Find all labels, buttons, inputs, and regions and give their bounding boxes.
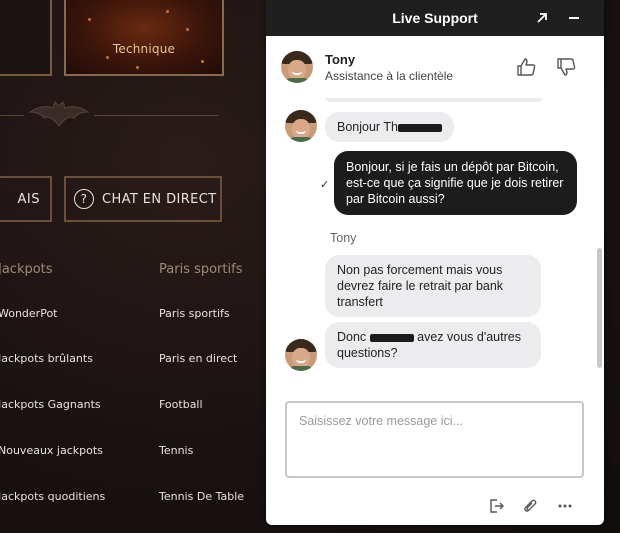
footer-link[interactable]: Paris sportifs: [159, 307, 230, 320]
category-tile-partial[interactable]: [0, 0, 52, 76]
minus-icon[interactable]: [564, 8, 584, 28]
redacted-text: [369, 333, 414, 342]
ember-decoration: [136, 66, 139, 69]
agent-message: Non pas forcement mais vous devrez faire…: [325, 255, 541, 317]
language-button[interactable]: AIS: [0, 176, 52, 222]
more-icon[interactable]: [555, 496, 575, 516]
footer-link[interactable]: Jackpots quoditiens: [0, 490, 105, 503]
ember-decoration: [166, 10, 169, 13]
footer-heading-sports: Paris sportifs: [159, 262, 243, 277]
ember-decoration: [106, 56, 109, 59]
message-list[interactable]: Bonjour Th ✓ Bonjour, si je fais un dépô…: [266, 98, 604, 380]
language-button-label: AIS: [17, 191, 40, 207]
agent-avatar: [281, 51, 313, 83]
sent-check-icon: ✓: [320, 179, 330, 191]
live-chat-button[interactable]: ? CHAT EN DIRECT: [64, 176, 222, 222]
agent-name: Tony: [325, 51, 356, 67]
question-circle-icon: ?: [74, 189, 94, 209]
footer-link[interactable]: Jackpots brûlants: [0, 352, 93, 365]
ember-decoration: [88, 18, 91, 21]
agent-avatar: [285, 110, 317, 142]
ember-decoration: [186, 28, 189, 31]
footer-link[interactable]: Tennis De Table: [159, 490, 244, 503]
message-scrollbar[interactable]: [597, 98, 602, 380]
thumbs-down-icon[interactable]: [555, 56, 577, 78]
arrow-up-right-icon[interactable]: [532, 8, 552, 28]
footer-link[interactable]: Tennis: [159, 444, 193, 457]
agent-message: Donc avez vous d'autres questions?: [325, 322, 541, 368]
live-support-widget: Live Support Tony Assistance à la client…: [266, 0, 604, 525]
attachment-icon[interactable]: [520, 496, 540, 516]
category-tile-technique[interactable]: Technique: [64, 0, 224, 76]
chat-title: Live Support: [392, 10, 478, 26]
message-input[interactable]: [287, 403, 582, 476]
chat-titlebar: Live Support: [266, 0, 604, 36]
footer-link[interactable]: Nouveaux jackpots: [0, 444, 103, 457]
footer-link[interactable]: Football: [159, 398, 203, 411]
agent-info: Tony Assistance à la clientèle: [325, 52, 453, 83]
scrollbar-thumb[interactable]: [597, 248, 602, 368]
redacted-text: [397, 123, 442, 132]
footer-heading-jackpots: Jackpots: [0, 262, 53, 277]
divider: [94, 115, 218, 116]
ember-decoration: [201, 60, 204, 63]
message-input-box[interactable]: [285, 401, 584, 478]
divider: [0, 115, 24, 116]
agent-message: Bonjour Th: [325, 112, 454, 142]
exit-icon[interactable]: [486, 496, 506, 516]
user-message: Bonjour, si je fais un dépôt par Bitcoin…: [334, 151, 577, 215]
bat-emblem-icon: [28, 101, 90, 127]
tile-label: Technique: [112, 42, 176, 56]
sender-name: Tony: [330, 231, 357, 245]
agent-header: Tony Assistance à la clientèle: [266, 36, 604, 98]
footer-link[interactable]: WonderPot: [0, 307, 58, 320]
agent-role: Assistance à la clientèle: [325, 68, 454, 83]
message-bubble-partial: [324, 98, 544, 102]
agent-avatar: [285, 339, 317, 371]
footer-link[interactable]: Paris en direct: [159, 352, 237, 365]
live-chat-button-label: CHAT EN DIRECT: [102, 191, 217, 207]
footer-link[interactable]: Jackpots Gagnants: [0, 398, 101, 411]
thumbs-up-icon[interactable]: [515, 56, 537, 78]
